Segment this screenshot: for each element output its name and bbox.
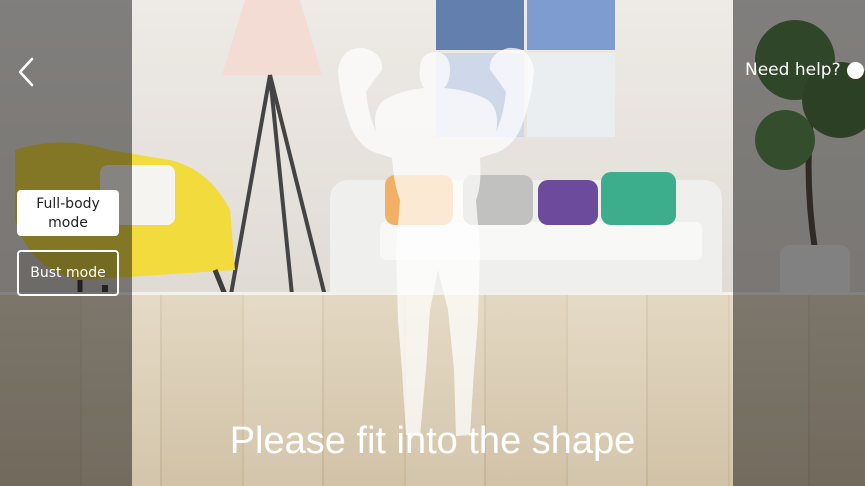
need-help-button[interactable]: Need help? [745, 60, 864, 80]
bust-mode-button[interactable]: Bust mode [17, 250, 119, 296]
help-dot-icon [846, 61, 864, 79]
need-help-label: Need help? [745, 60, 841, 80]
full-body-mode-label: Full-body mode [36, 196, 100, 231]
instruction-prompt: Please fit into the shape [229, 420, 636, 462]
chevron-left-icon [18, 57, 34, 87]
body-outline-guide [338, 47, 534, 436]
back-button[interactable] [12, 56, 40, 88]
full-body-mode-button[interactable]: Full-body mode [17, 190, 119, 236]
bust-mode-label: Bust mode [30, 265, 106, 281]
